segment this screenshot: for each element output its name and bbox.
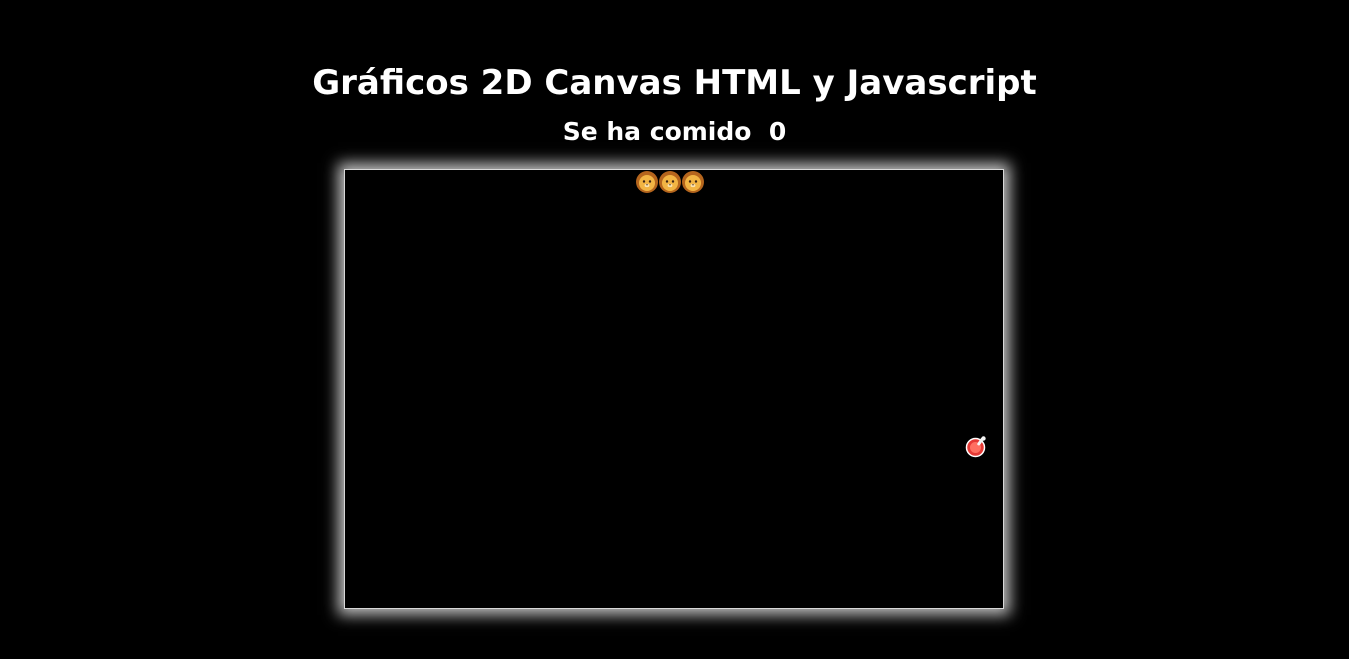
- snake-tail-lion-icon: [681, 170, 705, 194]
- snake-body-lion-icon: [658, 170, 682, 194]
- page-title: Gráficos 2D Canvas HTML y Javascript: [312, 63, 1037, 103]
- snake-head-lion-icon: [635, 170, 659, 194]
- score-label: Se ha comido: [562, 117, 752, 146]
- score-value: 0: [768, 117, 787, 146]
- food-meat-icon: [965, 434, 989, 458]
- game-canvas[interactable]: [344, 169, 1004, 609]
- score-line: Se ha comido 0: [0, 116, 1349, 148]
- page: Gráficos 2D Canvas HTML y Javascript Se …: [0, 0, 1349, 659]
